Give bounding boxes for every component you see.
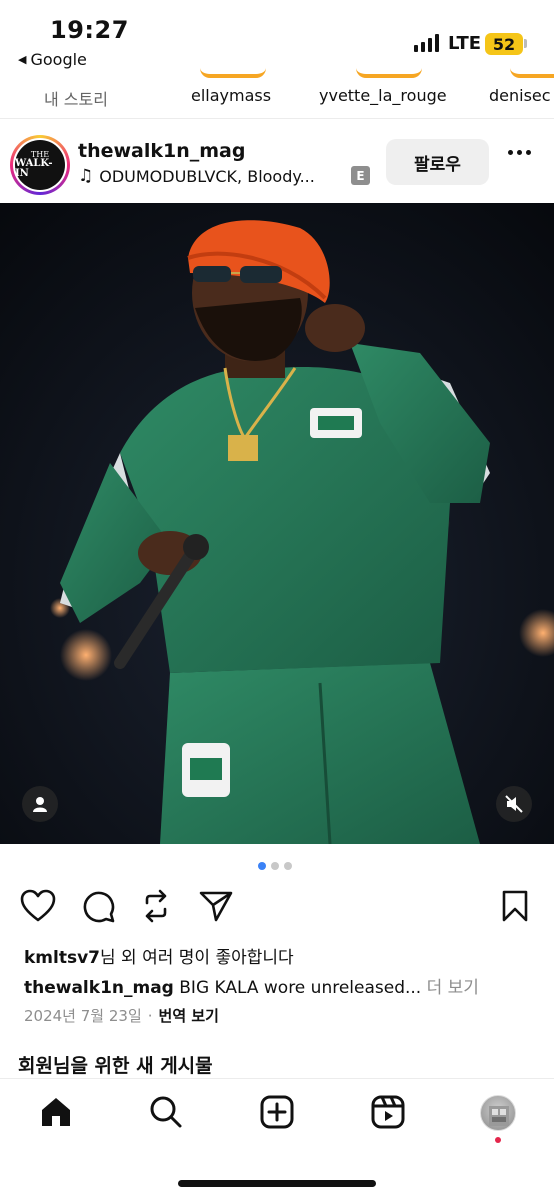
carousel-dot [284,862,292,870]
post-caption: thewalk1n_mag BIG KALA wore unreleased..… [24,973,479,998]
story-item-denisec[interactable]: denisec [489,86,551,105]
caption-more-link[interactable]: 더 보기 [427,978,479,998]
story-item-ellaymass[interactable]: ellaymass [191,86,271,105]
reels-icon [371,1095,405,1129]
back-to-app-link[interactable]: ◀ Google [18,50,87,69]
post-music[interactable]: ♫ ODUMODUBLVCK, Bloody... [78,166,315,186]
music-title: ODUMODUBLVCK, Bloody... [99,166,315,186]
nav-reels[interactable] [366,1090,410,1134]
music-note-icon: ♫ [78,166,94,186]
home-icon [42,1098,70,1126]
nav-create[interactable] [255,1090,299,1134]
caption-username[interactable]: thewalk1n_mag [24,978,174,998]
person-icon [33,797,47,812]
tagged-users-button[interactable] [22,786,58,822]
comment-icon [83,891,115,923]
share-button[interactable] [196,886,236,926]
back-arrow-icon: ◀ [18,53,27,66]
follow-button[interactable]: 팔로우 [386,139,489,185]
battery-level: 52 [492,34,516,54]
repost-icon [145,889,167,923]
status-time: 19:27 [50,16,129,44]
post-photo[interactable] [0,203,554,844]
heart-icon [20,889,56,922]
network-type: LTE [448,33,482,54]
more-options-icon[interactable] [508,150,531,155]
nav-profile-avatar[interactable] [480,1095,516,1131]
likes-summary[interactable]: kmltsv7님 외 여러 명이 좋아합니다 [24,943,294,968]
search-icon [150,1096,182,1128]
performer-photo [0,203,554,844]
back-app-label: Google [30,50,87,69]
story-item-yvette[interactable]: yvette_la_rouge [319,86,447,105]
post-date: 2024년 7월 23일 [24,1007,142,1025]
nav-home[interactable] [34,1090,78,1134]
section-title: 회원님을 위한 새 게시물 [18,1055,213,1077]
divider [0,118,554,119]
battery-tip [524,39,527,48]
profile-notification-dot [495,1137,501,1143]
story-item-my-story[interactable]: 내 스토리 [44,86,108,110]
meta-separator: · [147,1006,153,1025]
carousel-indicator [258,862,292,870]
plus-square-icon [260,1095,294,1129]
carousel-dot-active [258,862,266,870]
post-avatar[interactable]: THE WALK-IN [10,135,70,195]
mute-button[interactable] [496,786,532,822]
walk-in-logo: THE WALK-IN [15,140,65,190]
nav-search[interactable] [144,1090,188,1134]
story-ring-ellaymass[interactable] [200,68,266,78]
logo-text-bottom: WALK-IN [15,158,53,179]
post-meta: 2024년 7월 23일 · 번역 보기 [24,1005,219,1026]
carousel-dot [271,862,279,870]
home-indicator[interactable] [178,1180,376,1187]
signal-icon [414,34,439,52]
explicit-badge: E [351,166,370,185]
send-icon [199,891,233,922]
caption-text: BIG KALA wore unreleased... [173,978,422,998]
save-button[interactable] [495,886,535,926]
like-button[interactable] [18,886,58,926]
bookmark-icon [502,890,528,922]
story-ring-denisec[interactable] [510,68,554,78]
post-username[interactable]: thewalk1n_mag [78,140,245,162]
translate-link[interactable]: 번역 보기 [159,1005,219,1026]
battery-icon: 52 [485,33,523,55]
speaker-muted-icon [505,795,523,813]
repost-button[interactable] [136,886,176,926]
likes-text: 님 외 여러 명이 좋아합니다 [100,948,294,968]
likes-user[interactable]: kmltsv7 [24,948,100,968]
status-bar: 19:27 ◀ Google LTE 52 [0,0,554,74]
comment-button[interactable] [78,886,118,926]
story-ring-yvette[interactable] [356,68,422,78]
